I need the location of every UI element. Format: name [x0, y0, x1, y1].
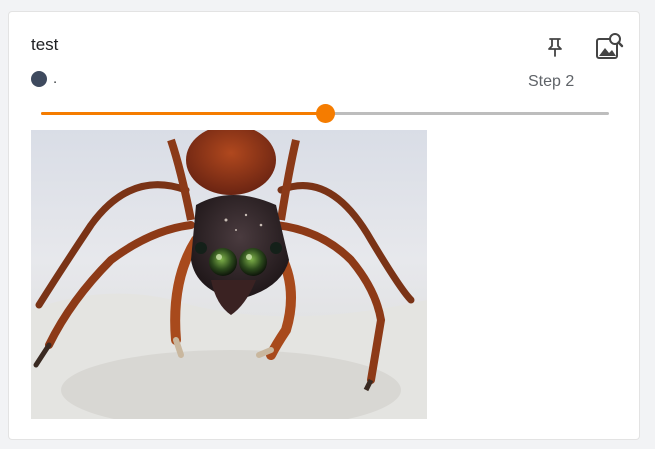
slider-thumb[interactable] — [315, 104, 335, 123]
pin-icon — [548, 38, 562, 57]
image-card: test . Step 2 — [8, 11, 640, 440]
step-label: Step 2 — [528, 73, 575, 90]
run-legend: . — [31, 71, 57, 87]
sample-image — [31, 130, 427, 419]
run-name: . — [53, 70, 58, 87]
run-color-dot — [31, 71, 47, 87]
pin-button[interactable] — [540, 32, 570, 62]
image-search-icon — [596, 33, 624, 59]
slider-fill — [41, 112, 325, 115]
step-slider[interactable] — [41, 102, 609, 124]
card-title: test — [31, 35, 59, 54]
image-search-button[interactable] — [593, 30, 625, 62]
